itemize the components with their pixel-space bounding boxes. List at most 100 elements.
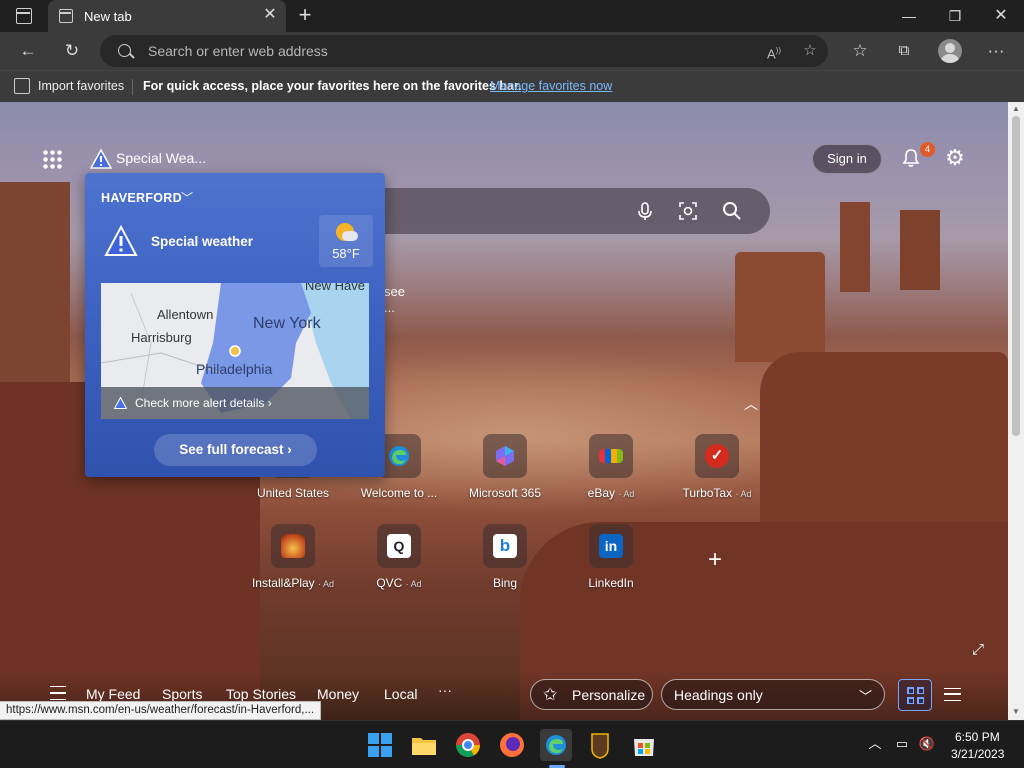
collapse-chevron-up-icon[interactable]: ︿ [744,394,758,414]
taskbar-time[interactable]: 6:50 PM [955,730,1000,744]
close-tab-icon[interactable]: ✕ [262,7,278,23]
weather-alert-button[interactable]: Special Wea... [90,148,220,170]
web-search-box[interactable] [330,188,770,234]
back-arrow-icon[interactable]: ← [14,37,42,65]
see-full-forecast-button[interactable]: See full forecast › [154,434,317,466]
volume-muted-icon[interactable]: 🔇 [918,735,936,753]
favorites-icon[interactable]: ☆ [846,37,874,65]
add-quick-link-plus-icon[interactable]: + [703,548,727,572]
browser-toolbar: ← ↻ A)) ☆ ☆ ⧉ ··· [0,32,1024,70]
scroll-thumb[interactable] [1012,116,1020,436]
tab-new-tab[interactable]: New tab ✕ [48,0,286,32]
profile-avatar[interactable] [938,39,962,63]
partly-cloudy-icon [336,223,358,241]
microphone-icon[interactable] [634,200,656,222]
tab-top-stories[interactable]: Top Stories [226,686,296,702]
tab-sports[interactable]: Sports [162,686,202,702]
background-text: see [384,284,405,299]
quick-link-linkedin[interactable]: in LinkedIn [564,524,654,594]
scroll-down-arrow-icon[interactable]: ▼ [1011,707,1021,717]
show-hidden-icons-chevron-icon[interactable]: ︿ [866,735,884,753]
ups-icon[interactable] [584,729,616,761]
tab-actions-icon[interactable] [16,8,32,24]
quick-link-tile: b [483,524,527,568]
edge-icon [389,446,409,466]
background-rock [900,210,940,290]
alert-details-bar[interactable]: Check more alert details › [101,387,369,419]
search-icon[interactable] [721,200,743,222]
quick-link-label: TurboTax · Ad [682,486,752,500]
current-temperature[interactable]: 58°F [319,215,373,267]
tab-local[interactable]: Local [384,686,417,702]
page-scrollbar[interactable]: ▲ ▼ [1008,102,1024,720]
read-aloud-icon[interactable]: A)) [760,37,788,65]
list-layout-icon[interactable] [944,688,961,701]
file-explorer-icon[interactable] [408,729,440,761]
settings-gear-icon[interactable]: ⚙ [944,147,966,169]
weather-headline: Special weather [151,234,254,249]
new-tab-favicon-icon [59,9,73,23]
scroll-up-arrow-icon[interactable]: ▲ [1011,104,1021,114]
weather-alert-map[interactable]: New Have Allentown New York Harrisburg P… [101,283,369,419]
app-launcher-icon[interactable] [42,149,62,169]
microsoft-store-icon[interactable] [628,729,660,761]
edge-icon [546,735,566,755]
quick-link-tile: in [589,524,633,568]
add-favorite-star-icon[interactable]: ☆ [796,37,824,65]
status-bar-url: https://www.msn.com/en-us/weather/foreca… [0,701,322,720]
chrome-icon[interactable] [452,729,484,761]
grid-layout-button[interactable] [898,679,932,711]
address-input[interactable] [148,35,748,67]
personalize-button[interactable]: ✩ Personalize [530,679,653,710]
background-rock [0,182,70,402]
address-bar[interactable]: A)) ☆ [100,35,828,67]
display-icon[interactable]: ▭ [893,735,911,753]
firefox-icon[interactable] [496,729,528,761]
quick-link-tile: Q [377,524,421,568]
quick-link-ebay[interactable]: eBay · Ad [564,434,654,504]
minimize-icon[interactable]: — [886,0,932,32]
qvc-icon: Q [387,534,411,558]
manage-favorites-link[interactable]: Manage favorites now [490,79,612,93]
content-visibility-select[interactable]: Headings only ﹀ [661,679,885,710]
new-tab-plus-icon[interactable]: + [294,4,316,27]
edge-taskbar-button[interactable] [540,729,572,761]
background-text: ... [384,300,395,315]
background-rock [840,202,870,292]
restore-icon[interactable]: ❐ [932,0,978,32]
more-tabs-button[interactable]: ··· [438,682,452,698]
windows-start-icon[interactable] [364,729,396,761]
ebay-icon [599,449,623,463]
close-window-icon[interactable]: ✕ [978,0,1024,32]
temperature-value: 58°F [332,246,360,261]
quick-link-turbotax[interactable]: ✓ TurboTax · Ad [670,434,760,504]
taskbar-date[interactable]: 3/21/2023 [951,747,1004,761]
quick-link-microsoft-365[interactable]: Microsoft 365 [458,434,548,504]
warning-icon [114,397,127,409]
star-icon: ✩ [543,685,558,704]
new-tab-page: Special Wea... Sign in 4 ⚙ see ... ︿ Uni… [0,102,1008,720]
expand-fullscreen-icon[interactable]: ⤢ [970,642,986,658]
import-favorites-button[interactable]: Import favorites [38,79,124,93]
visual-search-icon[interactable] [677,200,699,222]
quick-link-qvc[interactable]: Q QVC · Ad [352,524,442,594]
weather-location[interactable]: HAVERFORD [101,191,182,205]
quick-link-tile [271,524,315,568]
map-label: Harrisburg [131,330,192,345]
map-label: New York [253,315,321,332]
tab-money[interactable]: Money [317,686,359,702]
chevron-down-icon[interactable]: ﹀ [181,189,193,206]
microsoft-365-icon [496,446,514,466]
collections-icon[interactable]: ⧉ [890,37,918,65]
tab-my-feed[interactable]: My Feed [86,686,140,702]
more-menu-icon[interactable]: ··· [982,37,1010,65]
alert-details-link[interactable]: Check more alert details › [135,396,272,410]
sign-in-button[interactable]: Sign in [812,144,882,174]
quick-link-install-play[interactable]: Install&Play · Ad [246,524,336,594]
map-label: New Have [305,283,365,293]
refresh-icon[interactable]: ↻ [58,37,86,65]
notifications-bell-icon[interactable] [901,148,921,168]
feed-menu-icon[interactable] [50,686,66,700]
import-favorites-icon [14,78,30,94]
quick-link-bing[interactable]: b Bing [458,524,548,594]
